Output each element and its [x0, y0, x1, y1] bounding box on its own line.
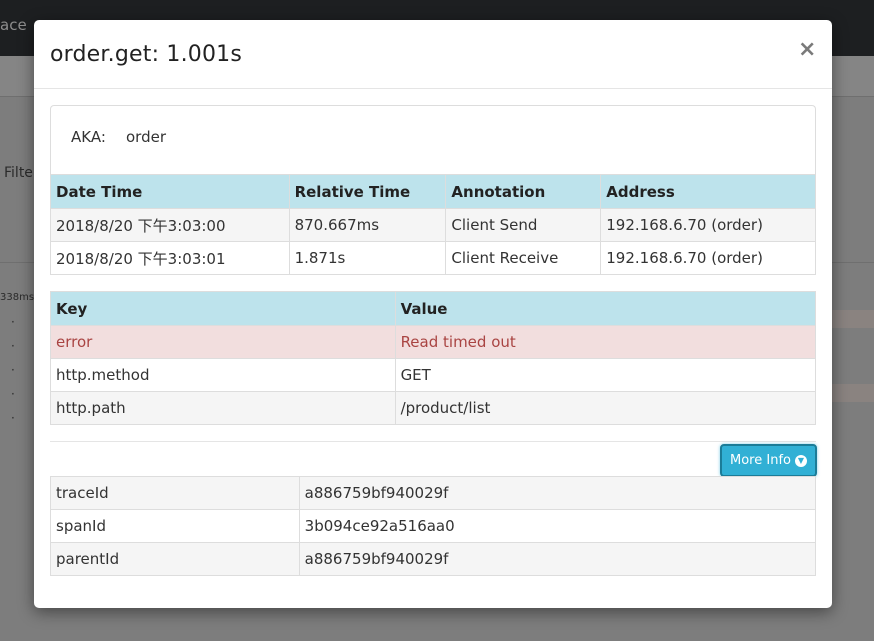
table-row: http.method GET [50, 358, 817, 392]
aka-value: order [126, 128, 166, 146]
id-key-cell: spanId [50, 509, 300, 543]
annotation-cell: Client Receive [445, 241, 602, 275]
aka-panel: AKA: order [50, 105, 816, 174]
id-key-cell: traceId [50, 476, 300, 510]
id-value-cell: a886759bf940029f [298, 476, 817, 510]
tag-key-cell: http.method [50, 358, 396, 392]
table-row: traceId a886759bf940029f [50, 476, 817, 510]
relative-time-cell: 1.871s [288, 241, 447, 275]
table-header-row: Date Time Relative Time Annotation Addre… [50, 174, 816, 209]
background-dot: · [11, 387, 15, 401]
column-header-relative-time: Relative Time [288, 174, 447, 209]
modal-title: order.get: 1.001s [50, 42, 243, 67]
background-dot: · [11, 411, 15, 425]
background-dot: · [11, 339, 15, 353]
aka-label: AKA: [71, 128, 106, 146]
chevron-circle-down-icon: ▼ [794, 454, 807, 467]
background-filter-text: Filte [4, 165, 33, 181]
table-row: 2018/8/20 下午3:03:01 1.871s Client Receiv… [50, 241, 816, 275]
address-cell: 192.168.6.70 (order) [600, 208, 816, 242]
tag-value-cell: Read timed out [394, 325, 817, 359]
background-nav-text: ace [0, 16, 27, 34]
address-cell: 192.168.6.70 (order) [600, 241, 816, 275]
more-info-label: More Info [730, 453, 791, 468]
close-icon[interactable]: × [798, 38, 816, 62]
tag-value-cell: GET [394, 358, 817, 392]
id-value-cell: 3b094ce92a516aa0 [298, 509, 817, 543]
annotations-table: Date Time Relative Time Annotation Addre… [50, 174, 816, 275]
more-info-button[interactable]: More Info ▼ [720, 444, 817, 477]
column-header-value: Value [394, 291, 817, 326]
table-row: parentId a886759bf940029f [50, 542, 817, 576]
id-value-cell: a886759bf940029f [298, 542, 817, 576]
section-divider [50, 441, 816, 442]
relative-time-cell: 870.667ms [288, 208, 447, 242]
table-header-row: Key Value [50, 291, 817, 326]
span-ids-table: traceId a886759bf940029f spanId 3b094ce9… [50, 476, 817, 576]
id-key-cell: parentId [50, 542, 300, 576]
modal-header: order.get: 1.001s × [34, 20, 832, 89]
table-row: 2018/8/20 下午3:03:00 870.667ms Client Sen… [50, 208, 816, 242]
column-header-annotation: Annotation [445, 174, 602, 209]
column-header-key: Key [50, 291, 396, 326]
background-dot: · [11, 315, 15, 329]
table-row-error: error Read timed out [50, 325, 817, 359]
tag-key-cell: http.path [50, 391, 396, 425]
annotation-cell: Client Send [445, 208, 602, 242]
table-row: spanId 3b094ce92a516aa0 [50, 509, 817, 543]
date-time-cell: 2018/8/20 下午3:03:01 [50, 241, 290, 275]
tag-key-cell: error [50, 325, 396, 359]
tag-value-cell: /product/list [394, 391, 817, 425]
column-header-address: Address [600, 174, 816, 209]
background-duration-text: 338ms [0, 292, 35, 303]
span-detail-modal: order.get: 1.001s × AKA: order Date Time… [34, 20, 832, 608]
background-dot: · [11, 363, 15, 377]
tags-table: Key Value error Read timed out http.meth… [50, 291, 817, 425]
table-row: http.path /product/list [50, 391, 817, 425]
date-time-cell: 2018/8/20 下午3:03:00 [50, 208, 290, 242]
column-header-date-time: Date Time [50, 174, 290, 209]
